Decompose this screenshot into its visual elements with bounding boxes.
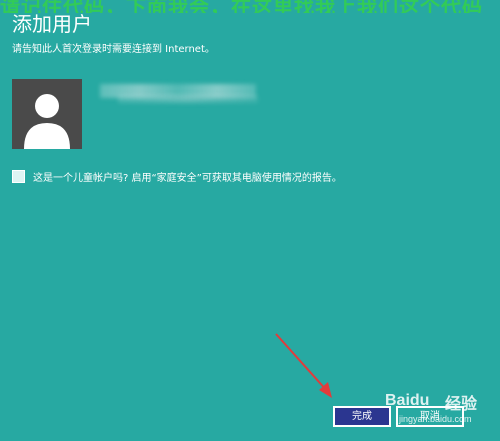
user-avatar-icon xyxy=(12,79,82,149)
child-account-checkbox[interactable] xyxy=(12,170,25,183)
internet-note: 请告知此人首次登录时需要连接到 Internet。 xyxy=(12,44,215,55)
child-account-option[interactable]: 这是一个儿童帐户吗? 启用“家庭安全”可获取其电脑使用情况的报告。 xyxy=(12,169,342,184)
red-arrow-icon xyxy=(275,333,332,398)
child-account-label: 这是一个儿童帐户吗? 启用“家庭安全”可获取其电脑使用情况的报告。 xyxy=(33,173,342,184)
finish-button[interactable]: 完成 xyxy=(333,406,391,427)
cancel-button[interactable]: 取消 xyxy=(396,406,464,427)
page-title: 添加用户 xyxy=(12,12,92,36)
blurred-account-detail xyxy=(118,95,258,103)
